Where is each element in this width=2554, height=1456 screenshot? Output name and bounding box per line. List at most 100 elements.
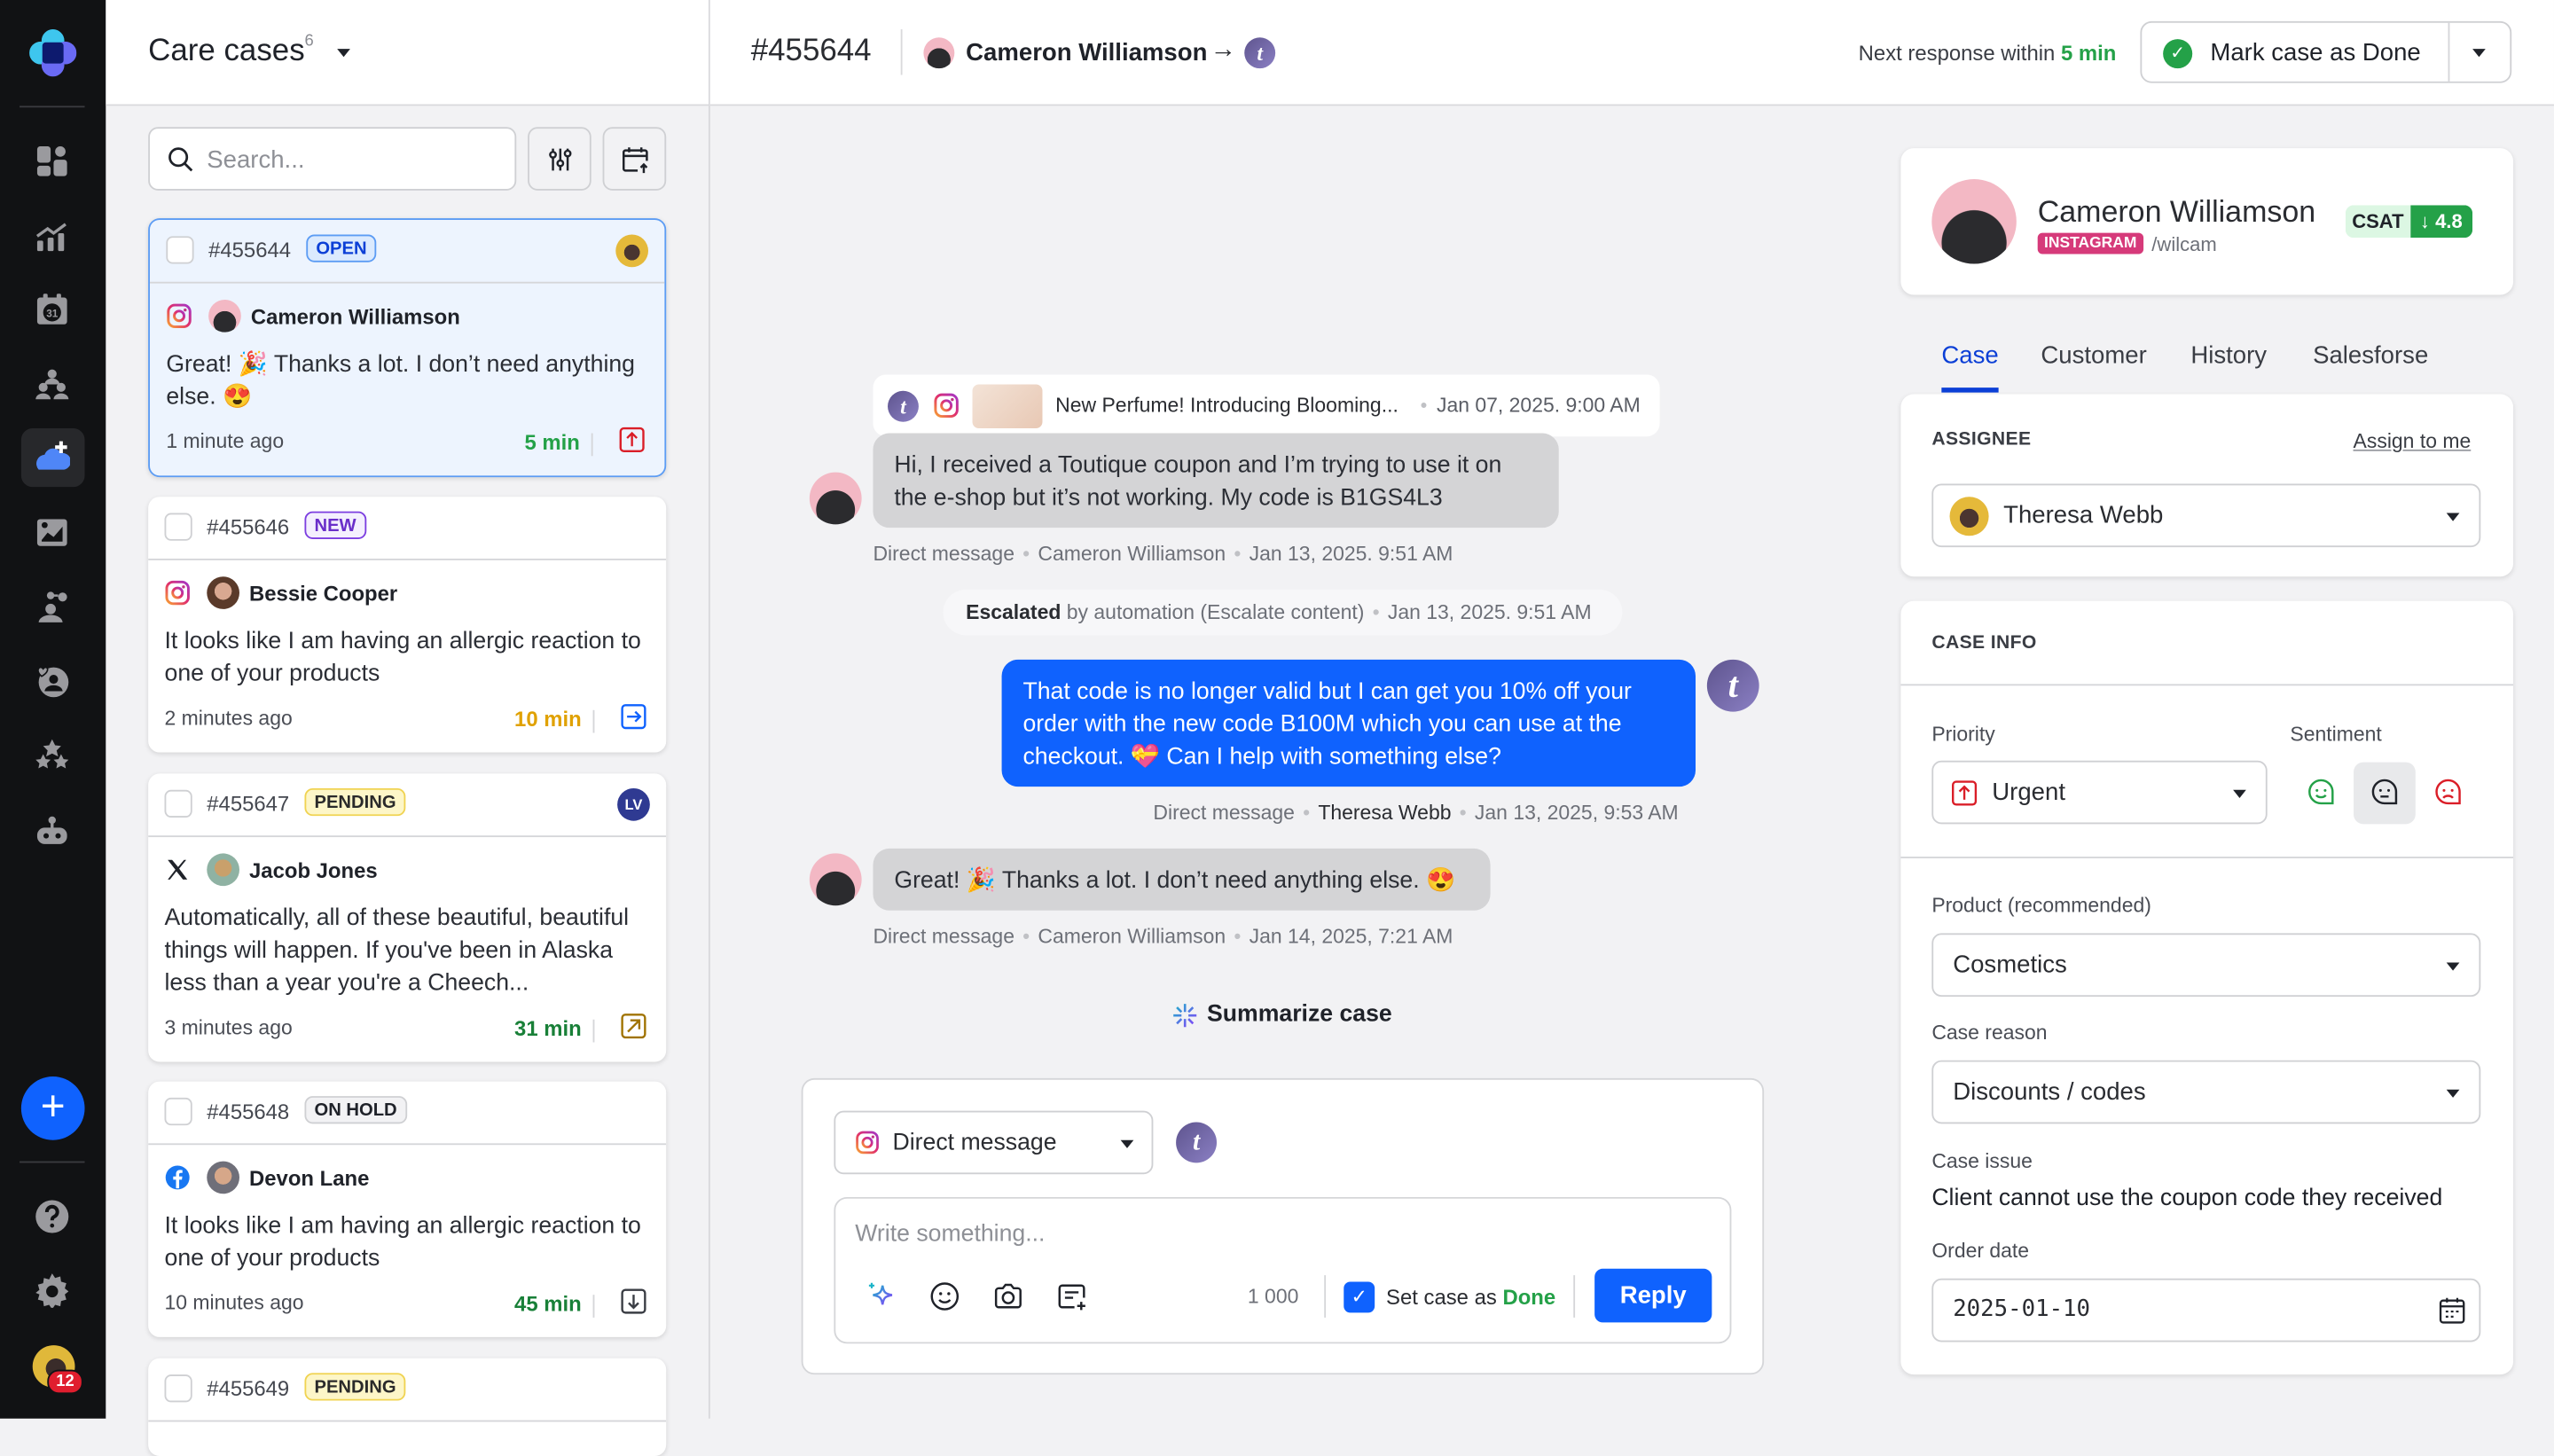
case-card[interactable]: #455646 NEW Bessie Cooper It looks like … (148, 497, 667, 753)
divider (1324, 1275, 1327, 1318)
case-id: #455649 (207, 1376, 290, 1401)
customer-avatar (809, 853, 862, 906)
tab-salesforce[interactable]: Salesforse (2313, 342, 2428, 370)
set-done-label[interactable]: Set case as Done (1386, 1285, 1555, 1310)
case-reason-value: Discounts / codes (1953, 1077, 2146, 1107)
customer-avatar (207, 576, 239, 609)
customer-name[interactable]: Cameron Williamson (2038, 194, 2315, 230)
csat-label: CSAT (2345, 205, 2410, 239)
sentiment-negative-button[interactable] (2417, 763, 2480, 825)
reviews-icon[interactable] (33, 736, 72, 775)
case-reason-select[interactable]: Discounts / codes (1931, 1060, 2481, 1124)
sentiment-positive-button[interactable] (2290, 763, 2352, 825)
case-checkbox[interactable] (164, 789, 192, 818)
message-author: Theresa Webb (1318, 801, 1452, 825)
saved-replies-icon[interactable] (1055, 1280, 1088, 1313)
case-card[interactable]: #455644 OPEN Cameron Williamson Great! 🎉… (148, 218, 667, 478)
analytics-icon[interactable] (33, 216, 72, 255)
priority-select[interactable]: Urgent (1931, 760, 2268, 825)
case-preview: Great! 🎉 Thanks a lot. I don’t need anyt… (166, 351, 635, 411)
message-channel: Direct message (873, 542, 1015, 566)
message-bubble-incoming: Great! 🎉 Thanks a lot. I don’t need anyt… (873, 848, 1491, 911)
app-logo[interactable] (29, 29, 77, 77)
case-list-panel: Care cases 6 Search... #455644 OPEN Came… (106, 0, 710, 1456)
customer-avatar (207, 853, 239, 887)
assignee-select[interactable]: Theresa Webb (1931, 483, 2481, 548)
calendar-icon[interactable] (2437, 1295, 2468, 1326)
case-list-header: Care cases 6 (106, 0, 709, 106)
help-icon[interactable] (33, 1197, 72, 1236)
case-time-ago: 2 minutes ago (164, 707, 293, 730)
product-label: Product (recommended) (1931, 894, 2151, 918)
priority-normal-icon (621, 704, 646, 730)
case-list-title[interactable]: Care cases (148, 35, 305, 70)
create-new-button[interactable]: + (20, 1076, 85, 1140)
customer-name[interactable]: Cameron Williamson (966, 39, 1207, 67)
rail-divider (20, 106, 85, 108)
priority-urgent-icon (619, 427, 645, 452)
order-date-label: Order date (1931, 1239, 2030, 1263)
case-count: 6 (304, 32, 314, 51)
more-actions-dropdown[interactable] (2472, 49, 2486, 58)
order-date-input[interactable]: 2025-01-10 (1931, 1278, 2481, 1342)
chevron-down-icon[interactable] (337, 49, 350, 58)
message-input[interactable]: Write something... 1 000 ✓ Set case as D… (834, 1196, 1732, 1344)
divider (592, 709, 595, 733)
rail-divider (20, 1161, 85, 1163)
case-checkbox[interactable] (166, 236, 194, 264)
assign-to-me-link[interactable]: Assign to me (2354, 430, 2472, 453)
case-issue-label: Case issue (1931, 1149, 2033, 1173)
message-author: Cameron Williamson (1038, 925, 1226, 948)
assignee-panel: ASSIGNEE Assign to me Theresa Webb (1900, 394, 2514, 577)
instagram-icon (165, 580, 190, 606)
tab-history[interactable]: History (2190, 342, 2267, 370)
tab-case[interactable]: Case (1941, 342, 1998, 370)
teams-icon[interactable] (33, 364, 72, 403)
care-cases-icon[interactable] (33, 438, 72, 477)
case-checkbox[interactable] (164, 1374, 192, 1403)
priority-label: Priority (1931, 723, 1995, 747)
customer-avatar (809, 472, 862, 525)
check-circle-icon: ✓ (2163, 39, 2193, 69)
tab-customer[interactable]: Customer (2041, 342, 2146, 370)
case-issue-value: Client cannot use the coupon code they r… (1931, 1186, 2443, 1212)
mark-done-button[interactable]: Mark case as Done (2210, 39, 2420, 67)
sort-by-date-button[interactable] (602, 127, 667, 191)
message-date: Jan 14, 2025, 7:21 AM (1249, 925, 1453, 948)
network-icon[interactable] (33, 588, 72, 627)
dashboard-icon[interactable] (33, 142, 72, 181)
camera-icon[interactable] (992, 1280, 1025, 1313)
case-card[interactable]: #455647 PENDING LV Jacob Jones Automatic… (148, 773, 667, 1062)
media-library-icon[interactable] (33, 513, 72, 552)
product-select[interactable]: Cosmetics (1931, 933, 2481, 998)
customer-handle[interactable]: /wilcam (2151, 233, 2216, 256)
sentiment-label: Sentiment (2290, 723, 2382, 747)
divider (591, 433, 593, 457)
community-icon[interactable] (33, 661, 72, 701)
reply-button[interactable]: Reply (1594, 1268, 1712, 1323)
message-date: Jan 13, 2025, 9:53 AM (1474, 801, 1679, 825)
neutral-face-icon (2371, 779, 2398, 805)
case-number: #455644 (750, 34, 872, 69)
divider (592, 1295, 595, 1318)
emoji-icon[interactable] (928, 1280, 961, 1313)
sentiment-neutral-button[interactable] (2354, 762, 2416, 825)
set-done-checkbox[interactable]: ✓ (1344, 1281, 1375, 1313)
case-checkbox[interactable] (164, 1097, 192, 1126)
case-checkbox[interactable] (164, 513, 192, 541)
channel-value: Direct message (892, 1130, 1057, 1157)
ai-assist-icon[interactable] (865, 1280, 897, 1313)
settings-icon[interactable] (33, 1271, 72, 1310)
referenced-post[interactable]: t New Perfume! Introducing Blooming... •… (873, 374, 1660, 437)
channel-select[interactable]: Direct message (834, 1110, 1154, 1175)
search-input[interactable]: Search... (148, 127, 517, 191)
message-placeholder: Write something... (855, 1221, 1046, 1248)
reply-as-brand-avatar[interactable]: t (1176, 1122, 1218, 1163)
case-card[interactable]: #455649 PENDING (148, 1358, 667, 1456)
calendar-icon[interactable]: 31 (33, 290, 72, 329)
bot-icon[interactable] (33, 811, 72, 850)
divider (592, 1019, 595, 1043)
case-card[interactable]: #455648 ON HOLD Devon Lane It looks like… (148, 1081, 667, 1337)
filter-button[interactable] (528, 127, 591, 191)
search-placeholder: Search... (207, 146, 305, 175)
